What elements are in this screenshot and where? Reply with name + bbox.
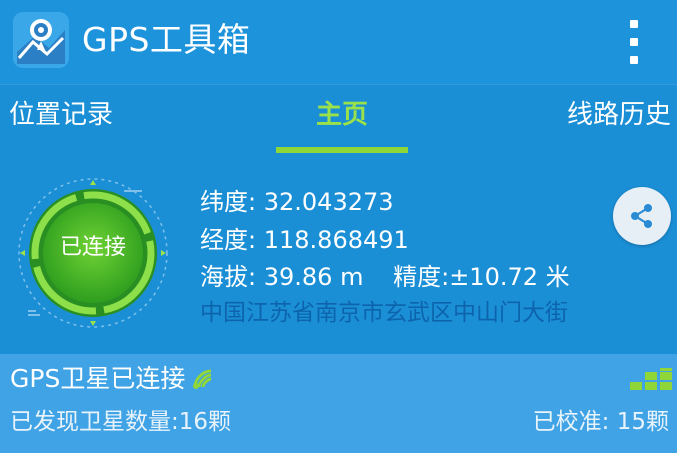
longitude-row: 经度: 118.868491	[200, 225, 409, 255]
app-bar: GPS工具箱	[0, 0, 677, 84]
tab-bar: 位置记录 主页 线路历史	[0, 84, 677, 155]
latitude-value: 32.043273	[263, 188, 394, 216]
altitude-label: 海拔:	[200, 263, 257, 291]
satellite-status-row: GPS卫星已连接	[10, 362, 215, 396]
tab-home[interactable]: 主页	[276, 85, 408, 151]
address-text: 中国江苏省南京市玄武区中山门大街	[200, 300, 568, 326]
connection-status-label: 已连接	[59, 235, 126, 260]
tab-route-history[interactable]: 线路历史	[567, 85, 671, 151]
satellites-found-count: 已发现卫星数量:16颗	[10, 409, 232, 435]
satellite-dish-icon	[193, 369, 212, 389]
latitude-label: 纬度:	[200, 188, 257, 216]
satellites-calibrated-count: 已校准: 15颗	[532, 409, 669, 435]
latitude-row: 纬度: 32.043273	[200, 187, 394, 217]
tab-location-records[interactable]: 位置记录	[9, 85, 113, 151]
share-button[interactable]	[613, 187, 671, 245]
satellite-status-title: GPS卫星已连接	[10, 364, 186, 393]
gps-app-icon	[13, 12, 69, 68]
location-status-panel: 已连接 纬度: 32.043273 经度: 118.868491 海拔: 39.…	[0, 154, 677, 354]
tab-indicator	[276, 147, 408, 153]
longitude-label: 经度:	[200, 226, 257, 254]
share-icon	[631, 204, 652, 228]
altitude-accuracy-row: 海拔: 39.86 m 精度:±10.72 米	[200, 262, 570, 292]
app-title: GPS工具箱	[82, 20, 251, 59]
longitude-value: 118.868491	[263, 226, 409, 254]
overflow-menu-icon[interactable]	[620, 16, 648, 68]
signal-bars-icon	[630, 368, 672, 390]
accuracy-value: ±10.72 米	[449, 263, 570, 291]
altitude-value: 39.86 m	[263, 263, 364, 291]
accuracy-label: 精度:	[393, 263, 450, 291]
satellite-panel: GPS卫星已连接 已发现卫星数量:16颗 已校准: 15颗	[0, 354, 677, 453]
